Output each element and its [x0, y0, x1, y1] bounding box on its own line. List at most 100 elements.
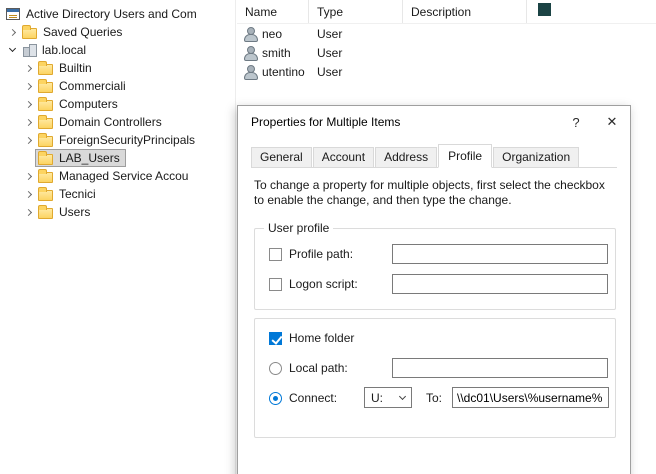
- user-profile-group: User profile Profile path: Logon script:: [254, 228, 616, 310]
- to-label: To:: [426, 391, 442, 405]
- tree-item-label: Commerciali: [59, 79, 126, 93]
- tree-item-label: Computers: [59, 97, 118, 111]
- chevron-right-icon[interactable]: [20, 186, 36, 202]
- object-type: User: [309, 27, 403, 41]
- tree-item-label: Active Directory Users and Com: [26, 7, 197, 21]
- tree-item-label: Managed Service Accou: [59, 169, 188, 183]
- tab-address[interactable]: Address: [375, 147, 437, 167]
- list-item-smith[interactable]: smith User: [237, 43, 656, 62]
- chevron-down-icon: [393, 388, 411, 407]
- tree-item-tecnici[interactable]: Tecnici: [0, 185, 235, 203]
- chevron-right-icon[interactable]: [20, 114, 36, 130]
- object-name: neo: [262, 27, 282, 41]
- profile-path-checkbox[interactable]: [269, 248, 282, 261]
- chevron-right-icon[interactable]: [20, 96, 36, 112]
- tree-item-lab-users[interactable]: LAB_Users: [0, 149, 235, 167]
- tree-item-commerciali[interactable]: Commerciali: [0, 77, 235, 95]
- profile-path-label: Profile path:: [289, 247, 353, 261]
- folder-icon: [38, 100, 53, 111]
- list-header: Name Type Description: [237, 0, 656, 24]
- local-path-radio[interactable]: [269, 362, 282, 375]
- logon-script-row: Logon script:: [269, 274, 358, 294]
- list-item-utentino[interactable]: utentino User: [237, 62, 656, 81]
- folder-icon: [38, 136, 53, 147]
- chevron-placeholder: [20, 150, 36, 166]
- object-name: utentino: [262, 65, 305, 79]
- drive-letter-value: U:: [371, 391, 393, 405]
- column-header-name[interactable]: Name: [237, 0, 309, 23]
- profile-path-row: Profile path:: [269, 244, 353, 264]
- tree-item-root[interactable]: Active Directory Users and Com: [0, 5, 235, 23]
- tree-item-saved-queries[interactable]: Saved Queries: [0, 23, 235, 41]
- user-icon: [243, 45, 257, 60]
- list-item-neo[interactable]: neo User: [237, 24, 656, 43]
- chevron-right-icon[interactable]: [20, 78, 36, 94]
- folder-icon: [38, 64, 53, 75]
- aduc-window: Active Directory Users and Com Saved Que…: [0, 0, 656, 474]
- chevron-down-icon[interactable]: [4, 42, 20, 58]
- user-icon: [243, 64, 257, 79]
- tree-item-builtin[interactable]: Builtin: [0, 59, 235, 77]
- profile-path-input[interactable]: [392, 244, 608, 264]
- tree-item-computers[interactable]: Computers: [0, 95, 235, 113]
- dialog-titlebar[interactable]: Properties for Multiple Items ? ✕: [238, 106, 630, 138]
- chevron-right-icon[interactable]: [4, 24, 20, 40]
- tree-item-label: Saved Queries: [43, 25, 122, 39]
- user-icon: [243, 26, 257, 41]
- tree-item-label: Builtin: [59, 61, 92, 75]
- connect-path-input[interactable]: [452, 387, 609, 408]
- tree-item-label: Users: [59, 205, 90, 219]
- local-path-row: Local path:: [269, 358, 348, 378]
- folder-icon: [38, 154, 53, 165]
- home-folder-row: Home folder: [269, 328, 354, 348]
- help-button[interactable]: ?: [558, 107, 594, 137]
- dialog-title: Properties for Multiple Items: [251, 115, 558, 129]
- object-type: User: [309, 65, 403, 79]
- connect-row: Connect:: [269, 388, 337, 408]
- tree-item-label: ForeignSecurityPrincipals: [59, 133, 195, 147]
- properties-dialog: Properties for Multiple Items ? ✕ Genera…: [237, 105, 631, 474]
- dark-square-artifact: [538, 3, 551, 16]
- folder-icon: [38, 208, 53, 219]
- tree-item-domain-controllers[interactable]: Domain Controllers: [0, 113, 235, 131]
- object-name: smith: [262, 46, 291, 60]
- local-path-label: Local path:: [289, 361, 348, 375]
- folder-icon: [38, 190, 53, 201]
- column-header-description[interactable]: Description: [403, 0, 527, 23]
- close-button[interactable]: ✕: [594, 107, 630, 137]
- folder-icon: [38, 172, 53, 183]
- domain-icon: [22, 44, 36, 56]
- home-folder-checkbox[interactable]: [269, 332, 282, 345]
- tree-item-label: Tecnici: [59, 187, 96, 201]
- tab-organization[interactable]: Organization: [493, 147, 579, 167]
- chevron-right-icon[interactable]: [20, 168, 36, 184]
- tree-item-label: LAB_Users: [59, 151, 120, 165]
- console-tree: Active Directory Users and Com Saved Que…: [0, 0, 236, 474]
- object-list: Name Type Description neo User smith Use…: [237, 0, 656, 104]
- tab-account[interactable]: Account: [313, 147, 374, 167]
- tree-item-users[interactable]: Users: [0, 203, 235, 221]
- chevron-right-icon[interactable]: [20, 204, 36, 220]
- chevron-right-icon[interactable]: [20, 60, 36, 76]
- tree-item-label: lab.local: [42, 43, 86, 57]
- tree-item-managed-service-accounts[interactable]: Managed Service Accou: [0, 167, 235, 185]
- tree-item-lab-local[interactable]: lab.local: [0, 41, 235, 59]
- logon-script-input[interactable]: [392, 274, 608, 294]
- connect-radio[interactable]: [269, 392, 282, 405]
- logon-script-label: Logon script:: [289, 277, 358, 291]
- column-header-type[interactable]: Type: [309, 0, 403, 23]
- group-label: User profile: [264, 221, 333, 235]
- dialog-description: To change a property for multiple object…: [254, 178, 616, 208]
- local-path-input[interactable]: [392, 358, 608, 378]
- tab-profile[interactable]: Profile: [438, 144, 492, 168]
- tree-item-foreign-security-principals[interactable]: ForeignSecurityPrincipals: [0, 131, 235, 149]
- folder-icon: [38, 118, 53, 129]
- folder-icon: [22, 28, 37, 39]
- drive-letter-dropdown[interactable]: U:: [364, 387, 412, 408]
- logon-script-checkbox[interactable]: [269, 278, 282, 291]
- directory-console-icon: [6, 8, 20, 20]
- tab-general[interactable]: General: [251, 147, 312, 167]
- home-folder-group: Home folder Local path: Connect: U: To:: [254, 318, 616, 438]
- folder-icon: [38, 82, 53, 93]
- chevron-right-icon[interactable]: [20, 132, 36, 148]
